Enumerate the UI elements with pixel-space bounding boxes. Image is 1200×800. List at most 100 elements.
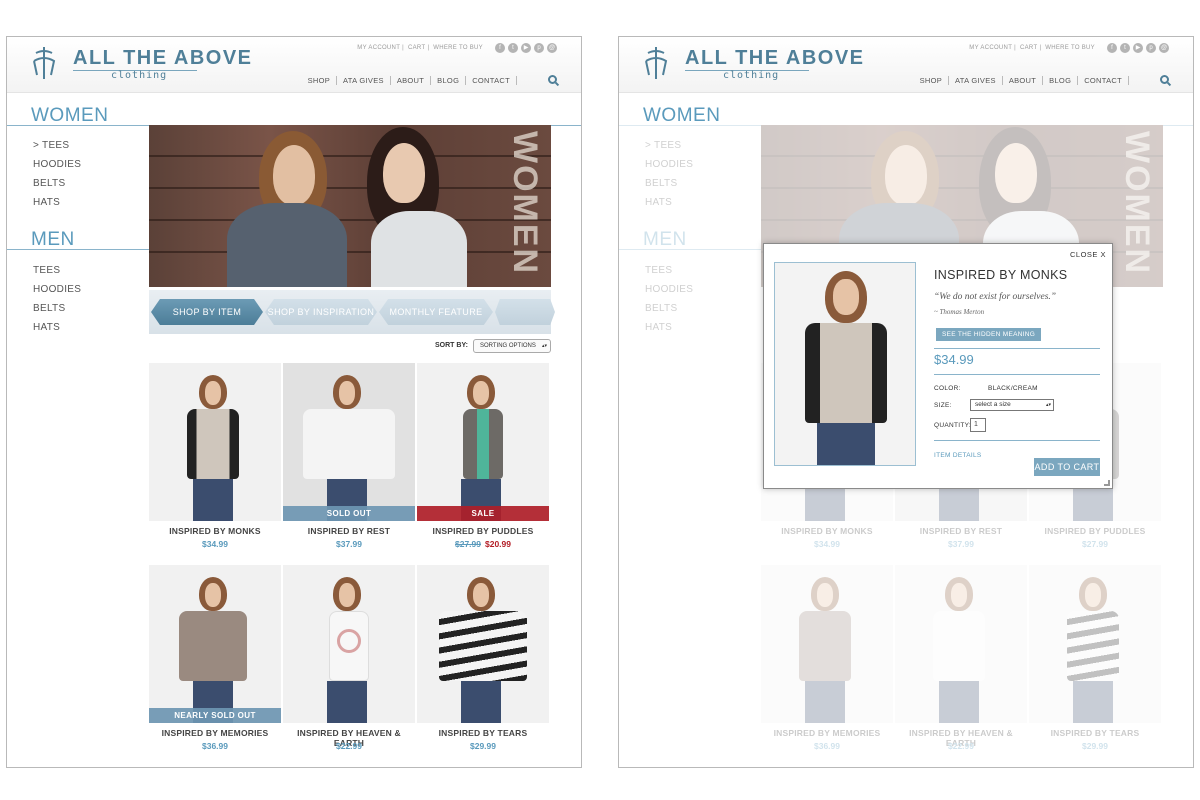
nav-blog[interactable]: BLOG xyxy=(1043,76,1079,85)
tab-shop-by-inspiration[interactable]: SHOP BY INSPIRATION xyxy=(265,299,377,325)
main-nav: SHOP ATA GIVES ABOUT BLOG CONTACT xyxy=(914,76,1129,85)
product-image[interactable] xyxy=(283,565,415,723)
nav-contact[interactable]: CONTACT xyxy=(1078,76,1129,85)
nav-blog[interactable]: BLOG xyxy=(431,76,467,85)
men-divider xyxy=(7,249,149,250)
product-name[interactable]: INSPIRED BY MONKS xyxy=(149,526,281,536)
facebook-icon[interactable]: f xyxy=(495,43,505,53)
product-quote: “We do not exist for ourselves.” xyxy=(934,292,1057,302)
nav-ata-gives[interactable]: ATA GIVES xyxy=(949,76,1003,85)
category-men-belts[interactable]: BELTS xyxy=(33,299,81,318)
nav-about[interactable]: ABOUT xyxy=(391,76,432,85)
hero-model-face xyxy=(273,145,315,205)
product-name[interactable]: INSPIRED BY MEMORIES xyxy=(149,728,281,738)
product-price: $29.99 xyxy=(470,741,496,751)
category-women-hoodies[interactable]: HOODIES xyxy=(33,155,81,174)
brand-title[interactable]: ALL THE ABOVE xyxy=(685,47,865,70)
shop-page-quick-view: ALL THE ABOVE clothing MY ACCOUNT | CART |… xyxy=(618,36,1194,768)
color-label: COLOR: xyxy=(934,385,961,392)
women-category-list: > TEES HOODIES BELTS HATS xyxy=(33,136,81,212)
item-details-link[interactable]: ITEM DETAILS xyxy=(934,452,982,459)
youtube-icon[interactable]: ▶ xyxy=(521,43,531,53)
quote-author: ~ Thomas Merton xyxy=(934,308,985,316)
brand-subtitle: clothing xyxy=(111,70,168,81)
product-price: $34.99 xyxy=(202,539,228,549)
color-value: BLACK/CREAM xyxy=(988,385,1038,392)
where-to-buy-link[interactable]: WHERE TO BUY xyxy=(1045,45,1095,51)
product-price: $37.99 xyxy=(336,539,362,549)
social-links: f t ▶ p @ xyxy=(495,43,557,53)
close-button[interactable]: CLOSE X xyxy=(1070,250,1106,259)
tab-more[interactable] xyxy=(495,299,555,325)
tab-monthly-feature[interactable]: MONTHLY FEATURE xyxy=(379,299,493,325)
utility-links: MY ACCOUNT | CART | WHERE TO BUY xyxy=(357,45,483,51)
shop-page-default: ALL THE ABOVE clothing MY ACCOUNT | CART |… xyxy=(6,36,582,768)
hidden-meaning-button[interactable]: SEE THE HIDDEN MEANING xyxy=(936,328,1042,341)
add-to-cart-button[interactable]: ADD TO CART xyxy=(1034,458,1100,476)
nav-ata-gives[interactable]: ATA GIVES xyxy=(337,76,391,85)
hero-banner: WOMEN xyxy=(149,125,551,287)
search-icon[interactable] xyxy=(1160,75,1169,84)
product-image[interactable]: SALE xyxy=(417,363,549,521)
email-icon[interactable]: @ xyxy=(1159,43,1169,53)
twitter-icon[interactable]: t xyxy=(1120,43,1130,53)
resize-handle-icon[interactable] xyxy=(1104,480,1110,486)
tab-shop-by-item[interactable]: SHOP BY ITEM xyxy=(151,299,263,325)
sort-select[interactable]: SORTING OPTIONS xyxy=(473,339,551,353)
logo-mark-icon[interactable] xyxy=(641,45,671,81)
nav-contact[interactable]: CONTACT xyxy=(466,76,517,85)
twitter-icon[interactable]: t xyxy=(508,43,518,53)
product-image[interactable]: NEARLY SOLD OUT xyxy=(149,565,281,723)
category-men-hoodies[interactable]: HOODIES xyxy=(33,280,81,299)
product-image[interactable]: SOLD OUT xyxy=(283,363,415,521)
nav-about[interactable]: ABOUT xyxy=(1003,76,1044,85)
women-heading[interactable]: WOMEN xyxy=(31,105,108,127)
my-account-link[interactable]: MY ACCOUNT xyxy=(357,45,400,51)
nav-shop[interactable]: SHOP xyxy=(914,76,950,85)
site-header: ALL THE ABOVE clothing MY ACCOUNT | CART |… xyxy=(619,37,1193,93)
email-icon[interactable]: @ xyxy=(547,43,557,53)
cart-link[interactable]: CART xyxy=(1020,45,1037,51)
site-header: ALL THE ABOVE clothing MY ACCOUNT | CART |… xyxy=(7,37,581,93)
product-image[interactable] xyxy=(417,565,549,723)
product-name[interactable]: INSPIRED BY PUDDLES xyxy=(417,526,549,536)
category-women-belts[interactable]: BELTS xyxy=(33,174,81,193)
brand-title[interactable]: ALL THE ABOVE xyxy=(73,47,253,70)
category-men-tees[interactable]: TEES xyxy=(33,261,81,280)
quick-view-modal: CLOSE X INSPIRED BY MONKS “We do not exi… xyxy=(763,243,1113,489)
product-name[interactable]: INSPIRED BY TEARS xyxy=(417,728,549,738)
category-women-hats[interactable]: HATS xyxy=(33,193,81,212)
product-price: $27.99 $20.99 xyxy=(417,539,549,549)
women-heading[interactable]: WOMEN xyxy=(643,105,720,127)
category-men-hats[interactable]: HATS xyxy=(33,318,81,337)
cart-link[interactable]: CART xyxy=(408,45,425,51)
product-name[interactable]: INSPIRED BY REST xyxy=(283,526,415,536)
sale-price: $20.99 xyxy=(485,539,511,549)
youtube-icon[interactable]: ▶ xyxy=(1133,43,1143,53)
original-price: $27.99 xyxy=(455,539,481,549)
nearly-sold-out-badge: NEARLY SOLD OUT xyxy=(149,708,281,723)
main-nav: SHOP ATA GIVES ABOUT BLOG CONTACT xyxy=(302,76,517,85)
men-category-list: TEES HOODIES BELTS HATS xyxy=(33,261,81,337)
search-icon[interactable] xyxy=(548,75,557,84)
men-heading[interactable]: MEN xyxy=(31,229,75,251)
divider xyxy=(934,348,1100,349)
utility-links: MY ACCOUNT | CART | WHERE TO BUY xyxy=(969,45,1095,51)
product-image[interactable] xyxy=(149,363,281,521)
social-links: f t ▶ p @ xyxy=(1107,43,1169,53)
brand-subtitle: clothing xyxy=(723,70,780,81)
pinterest-icon[interactable]: p xyxy=(1146,43,1156,53)
logo-mark-icon[interactable] xyxy=(29,45,59,81)
facebook-icon[interactable]: f xyxy=(1107,43,1117,53)
shop-tabs: SHOP BY ITEM SHOP BY INSPIRATION MONTHLY… xyxy=(149,290,555,334)
product-title: INSPIRED BY MONKS xyxy=(934,268,1068,282)
divider xyxy=(934,440,1100,441)
nav-shop[interactable]: SHOP xyxy=(302,76,338,85)
my-account-link[interactable]: MY ACCOUNT xyxy=(969,45,1012,51)
where-to-buy-link[interactable]: WHERE TO BUY xyxy=(433,45,483,51)
quantity-input[interactable]: 1 xyxy=(970,418,986,432)
pinterest-icon[interactable]: p xyxy=(534,43,544,53)
category-women-tees[interactable]: > TEES xyxy=(33,136,81,155)
size-select[interactable]: select a size xyxy=(970,399,1054,411)
product-price: $34.99 xyxy=(934,352,974,367)
